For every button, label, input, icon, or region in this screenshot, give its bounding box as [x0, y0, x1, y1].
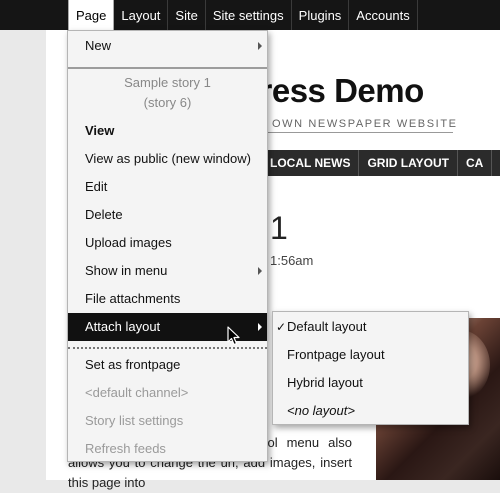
submenu-item-hybrid-layout[interactable]: Hybrid layout — [273, 369, 468, 397]
menu-item-default-channel: <default channel> — [85, 385, 189, 400]
admin-menu: Page Layout Site Site settings Plugins A… — [68, 0, 418, 31]
menu-item-new[interactable]: New — [68, 32, 267, 60]
nav-local-news[interactable]: LOCAL NEWS — [262, 150, 360, 176]
menu-item-show-in-menu-label: Show in menu — [85, 263, 168, 278]
menu-accounts[interactable]: Accounts — [349, 0, 418, 30]
submenu-arrow-icon — [258, 42, 262, 50]
mouse-cursor-icon — [227, 326, 240, 346]
story-id: (story 6) — [143, 95, 192, 110]
menu-site-settings[interactable]: Site settings — [206, 0, 292, 30]
menu-item-view[interactable]: View — [68, 117, 267, 145]
menu-item-edit[interactable]: Edit — [68, 173, 267, 201]
checkmark-icon: ✓ — [276, 320, 287, 334]
menu-item-upload-images[interactable]: Upload images — [68, 229, 267, 257]
nav-grid-layout[interactable]: GRID LAYOUT — [359, 150, 459, 176]
menu-item-file-attachments[interactable]: File attachments — [68, 285, 267, 313]
menu-separator — [68, 67, 267, 69]
menu-site[interactable]: Site — [168, 0, 206, 30]
submenu-arrow-icon — [258, 267, 262, 275]
story-timestamp: 1:56am — [270, 253, 314, 268]
menu-item-attach-layout-label: Attach layout — [85, 319, 161, 334]
page-dropdown-menu: New Sample story 1 (story 6) View View a… — [67, 30, 268, 462]
menu-item-set-frontpage[interactable]: Set as frontpage — [68, 351, 267, 379]
submenu-arrow-icon — [258, 323, 262, 331]
submenu-item-default-layout[interactable]: ✓ Default layout — [273, 313, 468, 341]
submenu-item-no-layout[interactable]: <no layout> — [273, 397, 468, 425]
menu-item-story-list-settings: Story list settings — [85, 413, 184, 428]
menu-item-show-in-menu[interactable]: Show in menu — [68, 257, 267, 285]
admin-toolbar: Page Layout Site Site settings Plugins A… — [0, 0, 500, 31]
menu-page[interactable]: Page — [68, 0, 115, 31]
menu-item-delete[interactable]: Delete — [68, 201, 267, 229]
submenu-item-frontpage-layout[interactable]: Frontpage layout — [273, 341, 468, 369]
menu-plugins[interactable]: Plugins — [292, 0, 350, 30]
story-title: 1 — [270, 210, 288, 246]
submenu-item-default-layout-label: Default layout — [287, 319, 367, 334]
site-navigation: LOCAL NEWS GRID LAYOUT CA — [262, 150, 500, 176]
story-name: Sample story 1 — [124, 75, 211, 90]
nav-ca[interactable]: CA — [458, 150, 493, 176]
attach-layout-submenu: ✓ Default layout Frontpage layout Hybrid… — [272, 311, 469, 425]
menu-item-new-label: New — [85, 38, 112, 53]
menu-item-refresh-feeds: Refresh feeds — [85, 441, 166, 456]
site-tagline: OWN NEWSPAPER WEBSITE — [272, 118, 458, 130]
menu-item-view-public[interactable]: View as public (new window) — [68, 145, 267, 173]
menu-layout[interactable]: Layout — [114, 0, 169, 30]
menu-separator — [68, 347, 267, 349]
